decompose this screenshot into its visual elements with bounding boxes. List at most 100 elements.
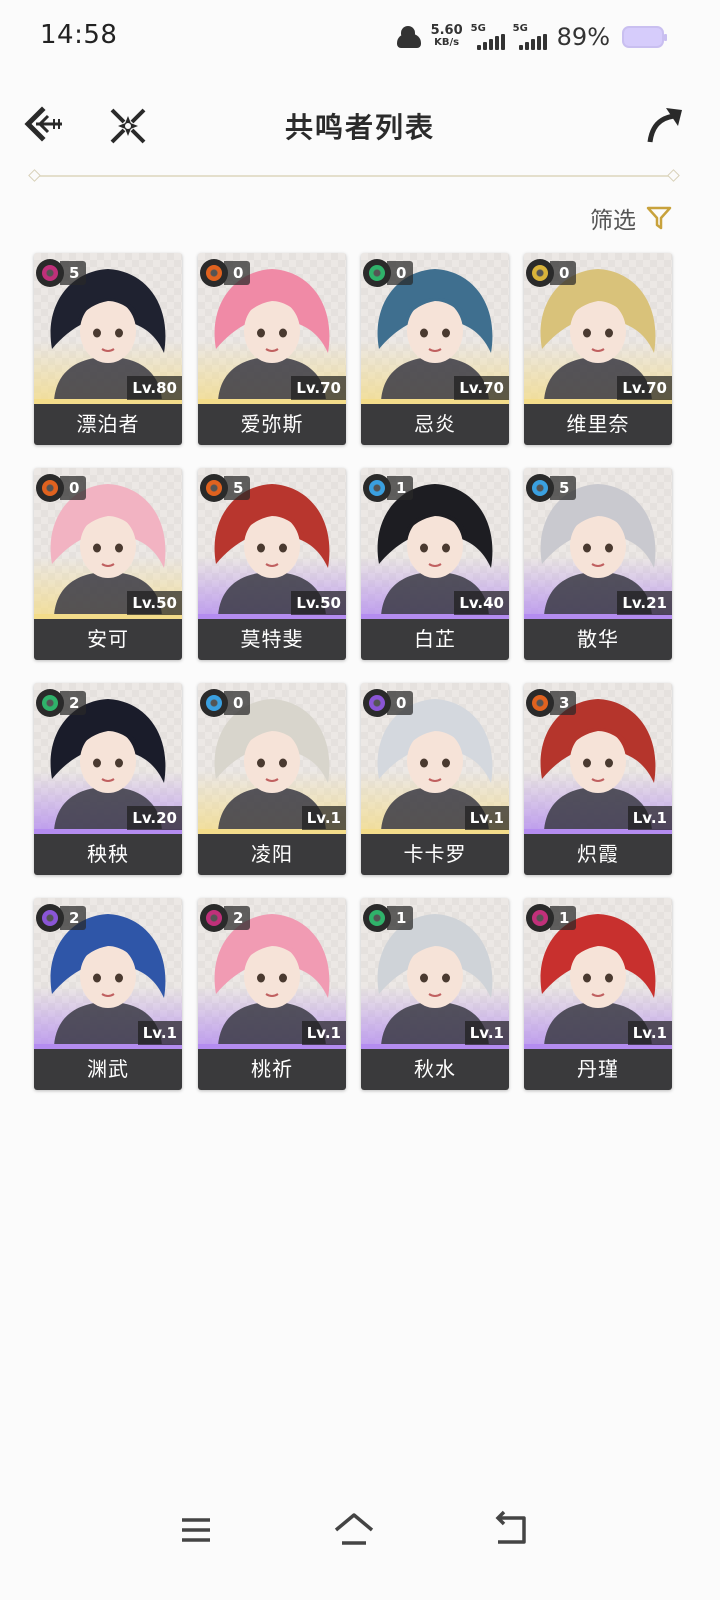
resonance-badge: 5 bbox=[526, 473, 576, 503]
character-card[interactable]: Lv.70 0 忌炎 bbox=[361, 253, 509, 445]
funnel-icon bbox=[646, 206, 672, 230]
character-name: 秋水 bbox=[361, 1049, 509, 1090]
glacio-element-icon bbox=[200, 689, 228, 717]
glacio-element-icon bbox=[363, 474, 391, 502]
character-name: 忌炎 bbox=[361, 404, 509, 445]
character-card[interactable]: Lv.40 1 白芷 bbox=[361, 468, 509, 660]
character-card[interactable]: Lv.20 2 秧秧 bbox=[34, 683, 182, 875]
character-name: 散华 bbox=[524, 619, 672, 660]
character-card[interactable]: Lv.1 1 丹瑾 bbox=[524, 898, 672, 1090]
resonance-badge: 1 bbox=[363, 473, 413, 503]
fusion-element-icon bbox=[526, 689, 554, 717]
resonance-badge: 2 bbox=[200, 903, 250, 933]
character-level: Lv.70 bbox=[617, 376, 672, 400]
resonance-badge: 2 bbox=[36, 903, 86, 933]
status-bar: 14:58 5.60 KB/s 5G 5G 89% bbox=[0, 0, 720, 76]
filter-label: 筛选 bbox=[590, 208, 636, 234]
character-card[interactable]: Lv.1 3 炽霞 bbox=[524, 683, 672, 875]
resonance-badge: 1 bbox=[526, 903, 576, 933]
share-arrow-icon bbox=[647, 108, 682, 143]
home-button[interactable] bbox=[330, 1506, 378, 1554]
character-card[interactable]: Lv.21 5 散华 bbox=[524, 468, 672, 660]
network-speed-unit: KB/s bbox=[434, 37, 460, 48]
character-name: 凌阳 bbox=[198, 834, 346, 875]
signal-2: 5G bbox=[513, 24, 547, 50]
character-name: 白芷 bbox=[361, 619, 509, 660]
signal-1-label: 5G bbox=[470, 23, 486, 34]
character-name: 丹瑾 bbox=[524, 1049, 672, 1090]
character-level: Lv.50 bbox=[291, 591, 346, 615]
signal-bars-icon bbox=[518, 34, 547, 50]
character-level: Lv.80 bbox=[127, 376, 182, 400]
character-level: Lv.1 bbox=[137, 1021, 182, 1045]
resonance-badge: 0 bbox=[526, 258, 576, 288]
havoc-element-icon bbox=[200, 904, 228, 932]
character-name: 安可 bbox=[34, 619, 182, 660]
character-card[interactable]: Lv.50 0 安可 bbox=[34, 468, 182, 660]
home-icon bbox=[334, 1513, 374, 1545]
back-icon bbox=[495, 1510, 526, 1544]
character-level: Lv.20 bbox=[127, 806, 182, 830]
character-name: 炽霞 bbox=[524, 834, 672, 875]
character-card[interactable]: Lv.70 0 维里奈 bbox=[524, 253, 672, 445]
resonance-badge: 0 bbox=[200, 258, 250, 288]
character-level: Lv.70 bbox=[291, 376, 346, 400]
network-speed: 5.60 KB/s bbox=[430, 23, 463, 49]
character-card[interactable]: Lv.80 5 漂泊者 bbox=[34, 253, 182, 445]
character-name: 漂泊者 bbox=[34, 404, 182, 445]
resonance-badge: 5 bbox=[200, 473, 250, 503]
resonance-badge: 5 bbox=[36, 258, 86, 288]
character-card[interactable]: Lv.1 2 桃祈 bbox=[198, 898, 346, 1090]
character-card[interactable]: Lv.1 1 秋水 bbox=[361, 898, 509, 1090]
character-card[interactable]: Lv.70 0 爱弥斯 bbox=[198, 253, 346, 445]
character-name: 渊武 bbox=[34, 1049, 182, 1090]
status-time: 14:58 bbox=[40, 20, 118, 50]
fusion-element-icon bbox=[200, 259, 228, 287]
header: 共鸣者列表 bbox=[0, 92, 720, 156]
aero-element-icon bbox=[36, 689, 64, 717]
character-level: Lv.70 bbox=[454, 376, 509, 400]
character-card[interactable]: Lv.1 2 渊武 bbox=[34, 898, 182, 1090]
menu-button[interactable] bbox=[172, 1506, 220, 1554]
network-activity-icon bbox=[396, 24, 423, 50]
character-name: 桃祈 bbox=[198, 1049, 346, 1090]
character-card[interactable]: Lv.50 5 莫特斐 bbox=[198, 468, 346, 660]
aero-element-icon bbox=[363, 904, 391, 932]
battery-percent: 89% bbox=[556, 23, 610, 51]
page-title: 共鸣者列表 bbox=[284, 111, 435, 144]
character-name: 维里奈 bbox=[524, 404, 672, 445]
menu-icon bbox=[182, 1518, 210, 1542]
character-name: 莫特斐 bbox=[198, 619, 346, 660]
resonance-badge: 0 bbox=[36, 473, 86, 503]
character-level: Lv.1 bbox=[464, 1021, 509, 1045]
status-icons: 5.60 KB/s 5G 5G 89% bbox=[396, 20, 667, 54]
fusion-element-icon bbox=[200, 474, 228, 502]
system-navbar bbox=[0, 1500, 720, 1560]
character-level: Lv.1 bbox=[464, 806, 509, 830]
character-level: Lv.1 bbox=[301, 1021, 346, 1045]
resonance-badge: 0 bbox=[363, 688, 413, 718]
character-level: Lv.1 bbox=[301, 806, 346, 830]
header-divider bbox=[36, 175, 672, 177]
resonance-badge: 1 bbox=[363, 903, 413, 933]
battery-icon bbox=[622, 26, 667, 48]
electro-element-icon bbox=[36, 904, 64, 932]
havoc-element-icon bbox=[36, 259, 64, 287]
character-card[interactable]: Lv.1 0 卡卡罗 bbox=[361, 683, 509, 875]
resonance-badge: 3 bbox=[526, 688, 576, 718]
character-name: 卡卡罗 bbox=[361, 834, 509, 875]
glacio-element-icon bbox=[526, 474, 554, 502]
network-speed-value: 5.60 bbox=[430, 23, 463, 38]
spectro-element-icon bbox=[526, 259, 554, 287]
share-button[interactable] bbox=[644, 104, 686, 146]
character-level: Lv.1 bbox=[627, 806, 672, 830]
aero-element-icon bbox=[363, 259, 391, 287]
signal-bars-icon bbox=[476, 34, 505, 50]
back-nav-button[interactable] bbox=[488, 1506, 536, 1554]
filter-button[interactable]: 筛选 bbox=[590, 200, 672, 236]
resonance-badge: 0 bbox=[200, 688, 250, 718]
character-card[interactable]: Lv.1 0 凌阳 bbox=[198, 683, 346, 875]
signal-2-label: 5G bbox=[512, 23, 528, 34]
signal-1: 5G bbox=[471, 24, 505, 50]
character-name: 秧秧 bbox=[34, 834, 182, 875]
